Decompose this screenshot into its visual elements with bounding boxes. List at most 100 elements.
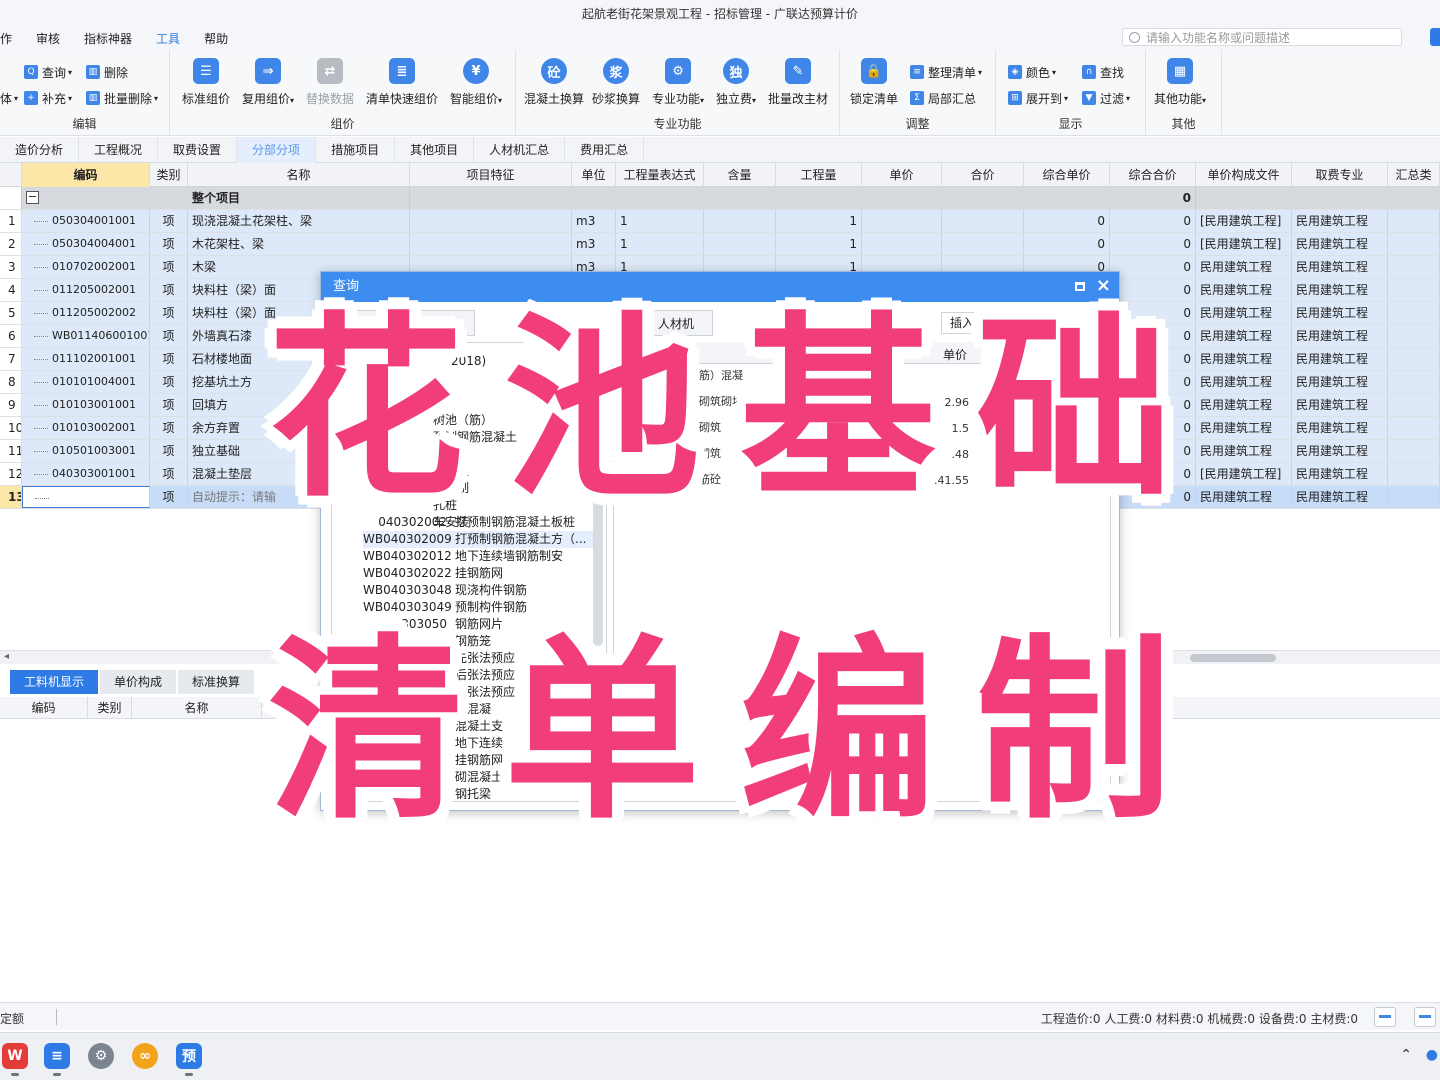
column-header-total-price[interactable]: 合价 (942, 163, 1024, 187)
pro-function-button[interactable]: ⚙ 专业功能▾ (652, 58, 704, 107)
tab-fee-settings[interactable]: 取费设置 (158, 137, 238, 163)
tab-other-items[interactable]: 其他项目 (395, 137, 475, 163)
delete-button[interactable]: ▥ 删除 (86, 62, 128, 82)
lock-bill-button[interactable]: 🔒 锁定清单 (850, 58, 898, 107)
quick-pricing-button[interactable]: ≣ 清单快速组价 (366, 58, 438, 107)
cell-unit-price[interactable] (862, 210, 942, 232)
tab-fee-summary[interactable]: 费用汇总 (565, 137, 645, 163)
cell-name[interactable]: 木花架柱、梁 (188, 233, 410, 255)
table-row[interactable]: 1 050304001001 项现浇混凝土花架柱、梁 m3 1 1 0 0 [民用建筑工程] 民用… (0, 210, 1440, 233)
cell-fee-major[interactable]: 民用建筑工程 (1292, 233, 1388, 255)
cell-content[interactable] (704, 233, 776, 255)
list-item[interactable]: WB040302009 打预制钢筋混凝土方（... (363, 531, 593, 548)
cell-unit-price[interactable] (862, 233, 942, 255)
cell-summary[interactable] (1388, 233, 1440, 255)
smart-pricing-button[interactable]: ¥ 智能组价▾ (450, 58, 502, 107)
list-item[interactable]: WB040302012 地下连续墙钢筋制安 (363, 548, 593, 565)
tidy-bill-button[interactable]: ≡ 整理清单 ▾ (910, 62, 982, 82)
tab-measures[interactable]: 措施项目 (316, 137, 396, 163)
column-header-content[interactable]: 含量 (704, 163, 776, 187)
layout-toggle-button[interactable] (1374, 1007, 1396, 1027)
tab-project-overview[interactable]: 工程概况 (79, 137, 159, 163)
list-item[interactable]: WB040303048 现浇构件钢筋 (363, 582, 593, 599)
column-header-features[interactable]: 项目特征 (410, 163, 572, 187)
notes-app-icon[interactable]: ≡ (44, 1043, 70, 1076)
cloud-app-icon[interactable]: ∞ (132, 1043, 158, 1069)
cell-summary[interactable] (1388, 256, 1440, 278)
cell-total-price[interactable] (942, 233, 1024, 255)
cell-comp-unit-price[interactable]: 0 (1024, 233, 1110, 255)
column-header-summary[interactable]: 汇总类 (1388, 163, 1440, 187)
column-header-comp-total[interactable]: 综合合价 (1110, 163, 1196, 187)
batch-main-button[interactable]: ✎ 批量改主材 (768, 58, 828, 107)
microphone-icon[interactable]: ● (1426, 1047, 1438, 1063)
column-header-fee-major[interactable]: 取费专业 (1292, 163, 1388, 187)
menu-item-index[interactable]: 指标神器 (72, 30, 144, 47)
mortar-convert-button[interactable]: 浆砂浆换算 (592, 58, 640, 107)
cell-code[interactable]: 050304001001 (22, 210, 150, 232)
batch-delete-button[interactable]: ▥ 批量删除 ▾ (86, 88, 158, 108)
cell-comp-unit-price[interactable]: 0 (1024, 210, 1110, 232)
cell-content[interactable] (704, 210, 776, 232)
cell-quantity[interactable]: 1 (776, 233, 862, 255)
replace-data-button[interactable]: ⇄ 替换数据 (306, 58, 354, 107)
column-header-quantity[interactable]: 工程量 (776, 163, 862, 187)
color-button[interactable]: ◈ 颜色 ▾ (1008, 62, 1056, 82)
layout-toggle-button-2[interactable] (1414, 1007, 1436, 1027)
cell-expression[interactable]: 1 (616, 233, 704, 255)
cell-price-file[interactable]: 民用建筑工程 (1196, 256, 1292, 278)
standard-pricing-button[interactable]: ☰ 标准组价 (182, 58, 230, 107)
reuse-pricing-button[interactable]: ⇒ 复用组价▾ (242, 58, 294, 107)
table-row[interactable]: 2 050304004001 项木花架柱、梁 m3 1 1 0 0 [民用建筑工程] 民用建筑工程 (0, 233, 1440, 256)
table-row-total[interactable]: − 整个项目 0 (0, 187, 1440, 210)
cell-features[interactable] (410, 210, 572, 232)
tab-sub-items[interactable]: 分部分项 (237, 137, 317, 163)
cell-code[interactable]: 050304004001 (22, 233, 150, 255)
partial-button[interactable]: 体 ▾ (0, 88, 18, 108)
cell-name[interactable]: 现浇混凝土花架柱、梁 (188, 210, 410, 232)
settings-gear-icon[interactable]: ⚙ (88, 1043, 114, 1069)
cell-comp-total[interactable]: 0 (1110, 210, 1196, 232)
cell-expression[interactable]: 1 (616, 210, 704, 232)
expand-to-button[interactable]: ⊞ 展开到 ▾ (1008, 88, 1068, 108)
concrete-convert-button[interactable]: 砼混凝土换算 (524, 58, 584, 107)
cell-price-file[interactable]: [民用建筑工程] (1196, 210, 1292, 232)
column-header-name[interactable]: 名称 (188, 163, 410, 187)
list-item[interactable]: WB040302022 挂钢筋网 (363, 565, 593, 582)
column-header-price-file[interactable]: 单价构成文件 (1196, 163, 1292, 187)
column-header-unit[interactable]: 单位 (572, 163, 616, 187)
wps-app-icon[interactable]: W (2, 1043, 28, 1076)
tab-labor-material-machine[interactable]: 人材机汇总 (474, 137, 566, 163)
menu-item-tools[interactable]: 工具 (144, 30, 192, 47)
cell-type[interactable]: 项 (150, 233, 188, 255)
cell-type[interactable]: 项 (150, 210, 188, 232)
collapse-icon[interactable]: − (26, 191, 39, 204)
cell-comp-total[interactable]: 0 (1110, 256, 1196, 278)
menu-item-review[interactable]: 审核 (24, 30, 72, 47)
cell-unit[interactable]: m3 (572, 210, 616, 232)
function-search-input[interactable]: 请输入功能名称或问题描述 (1122, 28, 1402, 46)
menu-item-partial[interactable]: 作 (0, 30, 24, 47)
cell-total-price[interactable] (942, 210, 1024, 232)
cell-summary[interactable] (1388, 210, 1440, 232)
column-header-code[interactable]: 编码 (22, 163, 150, 187)
solo-fee-button[interactable]: 独独立费▾ (716, 58, 756, 107)
cell-type[interactable]: 项 (150, 256, 188, 278)
cell-code[interactable]: 010702002001 (22, 256, 150, 278)
query-button[interactable]: Q 查询 ▾ (24, 62, 72, 82)
budget-app-icon[interactable]: 预 (176, 1043, 202, 1076)
partial-sum-button[interactable]: Σ 局部汇总 (910, 88, 976, 108)
tab-cost-analysis[interactable]: 造价分析 (0, 137, 80, 163)
cell-quantity[interactable]: 1 (776, 210, 862, 232)
cell-price-file[interactable]: [民用建筑工程] (1196, 233, 1292, 255)
filter-button[interactable]: ▼ 过滤 ▾ (1082, 88, 1130, 108)
cell-fee-major[interactable]: 民用建筑工程 (1292, 256, 1388, 278)
column-header-comp-unit-price[interactable]: 综合单价 (1024, 163, 1110, 187)
menu-item-help[interactable]: 帮助 (192, 30, 240, 47)
column-header-unit-price[interactable]: 单价 (862, 163, 942, 187)
cell-features[interactable] (410, 233, 572, 255)
cell-comp-total[interactable]: 0 (1110, 233, 1196, 255)
cell-fee-major[interactable]: 民用建筑工程 (1292, 210, 1388, 232)
column-header-expression[interactable]: 工程量表达式 (616, 163, 704, 187)
chevron-up-icon[interactable]: ⌃ (1400, 1047, 1412, 1063)
